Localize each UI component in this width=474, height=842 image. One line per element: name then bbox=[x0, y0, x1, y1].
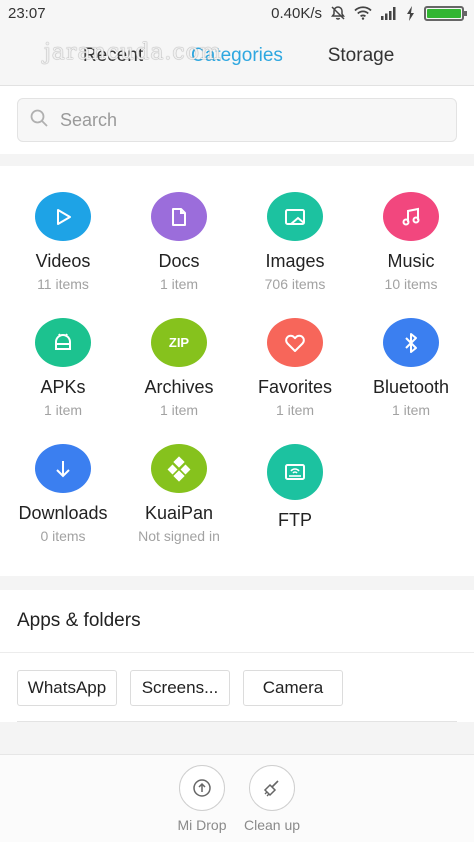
ftp-icon bbox=[285, 464, 305, 480]
category-circle bbox=[35, 318, 91, 367]
category-circle bbox=[35, 444, 91, 493]
tab-recent[interactable]: Recent bbox=[51, 45, 175, 67]
category-apks[interactable]: APKs 1 item bbox=[4, 292, 122, 418]
category-circle bbox=[35, 192, 91, 241]
bluetooth-icon bbox=[405, 332, 417, 353]
category-bluetooth[interactable]: Bluetooth 1 item bbox=[352, 292, 470, 418]
category-count: 1 item bbox=[391, 402, 431, 418]
search-placeholder: Search bbox=[60, 109, 118, 130]
tab-storage[interactable]: Storage bbox=[299, 45, 423, 67]
broom-icon bbox=[249, 765, 295, 811]
category-label: KuaiPan bbox=[144, 503, 214, 523]
category-grid: Videos 11 items Docs 1 item Images 706 i… bbox=[0, 166, 474, 576]
category-label: Favorites bbox=[257, 377, 333, 397]
category-count: 706 items bbox=[264, 276, 326, 292]
category-count: 0 items bbox=[40, 528, 86, 544]
category-archives[interactable]: ZIP Archives 1 item bbox=[120, 292, 238, 418]
android-icon bbox=[55, 332, 71, 350]
category-label: Docs bbox=[158, 251, 200, 271]
category-circle bbox=[151, 192, 207, 241]
network-speed: 0.40K/s bbox=[271, 4, 322, 22]
category-count: 1 item bbox=[43, 402, 83, 418]
category-circle bbox=[383, 192, 439, 241]
tab-categories[interactable]: Categories bbox=[175, 45, 299, 67]
category-music[interactable]: Music 10 items bbox=[352, 166, 470, 292]
image-icon bbox=[285, 208, 305, 225]
chip-whatsapp[interactable]: WhatsApp bbox=[17, 670, 117, 706]
divider bbox=[0, 652, 474, 653]
category-circle bbox=[267, 444, 323, 500]
mi-drop-icon bbox=[179, 765, 225, 811]
signal-icon bbox=[380, 6, 398, 20]
category-label: APKs bbox=[40, 377, 86, 397]
category-count: 1 item bbox=[275, 402, 315, 418]
divider bbox=[17, 721, 457, 722]
category-count: 10 items bbox=[384, 276, 438, 292]
category-images[interactable]: Images 706 items bbox=[236, 166, 354, 292]
category-circle bbox=[267, 192, 323, 241]
mute-icon bbox=[330, 5, 346, 21]
category-count: 11 items bbox=[37, 276, 89, 292]
category-circle: ZIP bbox=[151, 318, 207, 367]
category-label: Music bbox=[387, 251, 435, 271]
category-favorites[interactable]: Favorites 1 item bbox=[236, 292, 354, 418]
document-icon bbox=[172, 207, 186, 226]
clean-up-label: Clean up bbox=[243, 817, 301, 833]
category-label: Archives bbox=[144, 377, 214, 397]
play-icon bbox=[57, 208, 71, 225]
charging-icon bbox=[406, 5, 416, 21]
category-label: Downloads bbox=[18, 503, 108, 523]
category-docs[interactable]: Docs 1 item bbox=[120, 166, 238, 292]
status-icons: 0.40K/s bbox=[271, 4, 467, 22]
wifi-icon bbox=[354, 6, 372, 20]
status-bar: 23:07 0.40K/s bbox=[0, 0, 474, 26]
apps-folders-section: Apps & folders WhatsApp Screens... Camer… bbox=[0, 590, 474, 722]
download-icon bbox=[56, 460, 70, 477]
search-section: Search bbox=[0, 86, 474, 154]
category-circle bbox=[267, 318, 323, 367]
chip-camera[interactable]: Camera bbox=[243, 670, 343, 706]
category-circle bbox=[383, 318, 439, 367]
category-circle bbox=[151, 444, 207, 493]
bottom-action-bar: Mi Drop Clean up bbox=[0, 754, 474, 842]
category-label: FTP bbox=[278, 510, 312, 530]
zip-icon: ZIP bbox=[168, 335, 190, 350]
category-count: 1 item bbox=[159, 276, 199, 292]
battery-icon bbox=[424, 5, 467, 21]
search-icon bbox=[30, 109, 48, 132]
category-downloads[interactable]: Downloads 0 items bbox=[4, 418, 122, 544]
category-label: Videos bbox=[35, 251, 91, 271]
category-count: 1 item bbox=[159, 402, 199, 418]
category-ftp[interactable]: FTP bbox=[236, 418, 354, 544]
mi-drop-button[interactable]: Mi Drop bbox=[162, 765, 242, 833]
clean-up-button[interactable]: Clean up bbox=[232, 765, 312, 833]
kuaipan-icon bbox=[167, 455, 191, 482]
category-label: Bluetooth bbox=[372, 377, 450, 397]
music-icon bbox=[402, 207, 420, 225]
status-time: 23:07 bbox=[8, 4, 46, 22]
heart-icon bbox=[285, 334, 305, 352]
search-input[interactable]: Search bbox=[17, 98, 457, 142]
category-videos[interactable]: Videos 11 items bbox=[4, 166, 122, 292]
chip-screenshots[interactable]: Screens... bbox=[130, 670, 230, 706]
category-label: Images bbox=[265, 251, 325, 271]
tab-bar: Recent Categories Storage bbox=[0, 26, 474, 86]
mi-drop-label: Mi Drop bbox=[177, 817, 227, 833]
category-kuaipan[interactable]: KuaiPan Not signed in bbox=[120, 418, 238, 544]
apps-folders-title: Apps & folders bbox=[17, 610, 141, 631]
category-count: Not signed in bbox=[138, 528, 220, 544]
